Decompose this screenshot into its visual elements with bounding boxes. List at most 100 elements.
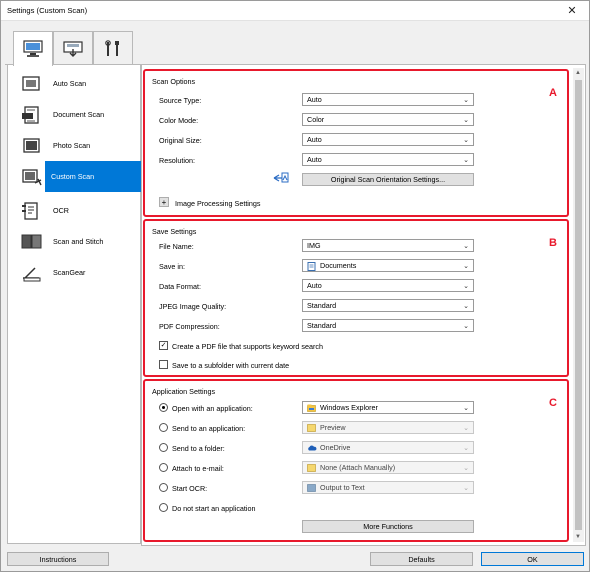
data-format-value: Auto — [307, 281, 322, 290]
scroll-thumb[interactable] — [575, 80, 582, 530]
start-ocr-label[interactable]: Start OCR: — [172, 484, 207, 493]
save-in-label: Save in: — [159, 262, 185, 271]
sidebar-item-label: OCR — [53, 206, 69, 215]
auto-scan-icon — [19, 73, 45, 95]
sidebar-item-document-scan[interactable]: Document Scan — [7, 99, 139, 130]
no-app-label[interactable]: Do not start an application — [172, 504, 256, 513]
pdf-compression-value: Standard — [307, 321, 337, 330]
chevron-down-icon: ⌄ — [463, 157, 469, 164]
send-to-folder-value: OneDrive — [320, 443, 351, 452]
custom-scan-icon — [19, 166, 45, 188]
data-format-select[interactable]: Auto ⌄ — [302, 279, 474, 292]
original-size-value: Auto — [307, 135, 322, 144]
general-settings-tools-icon — [105, 39, 119, 56]
attach-email-select[interactable]: None (Attach Manually) ⌄ — [302, 461, 474, 474]
resolution-value: Auto — [307, 155, 322, 164]
sidebar-item-custom-scan[interactable]: Custom Scan — [45, 161, 141, 192]
start-ocr-radio[interactable] — [159, 483, 168, 492]
send-to-app-value: Preview — [320, 423, 346, 432]
send-to-app-radio[interactable] — [159, 423, 168, 432]
chevron-down-icon: ⌄ — [463, 425, 469, 432]
close-button[interactable]: ✕ — [565, 3, 579, 17]
ok-button[interactable]: OK — [481, 552, 584, 566]
attach-email-label[interactable]: Attach to e-mail: — [172, 464, 224, 473]
send-to-folder-radio[interactable] — [159, 443, 168, 452]
document-scan-icon — [19, 104, 45, 126]
color-mode-select[interactable]: Color ⌄ — [302, 113, 474, 126]
tab-scan-from-operation-panel[interactable] — [53, 31, 93, 65]
pdf-compression-row: PDF Compression: Standard ⌄ — [159, 319, 479, 333]
photo-scan-icon — [19, 135, 45, 157]
section-letter-b: B — [549, 237, 557, 249]
vertical-scrollbar[interactable]: ▲ ▼ — [573, 68, 584, 542]
tab-scan-from-computer[interactable] — [13, 31, 53, 66]
sidebar-item-auto-scan[interactable]: Auto Scan — [7, 68, 139, 99]
attach-email-row: Attach to e-mail: None (Attach Manually)… — [159, 461, 479, 475]
jpeg-quality-row: JPEG Image Quality: Standard ⌄ — [159, 299, 479, 313]
start-ocr-select[interactable]: Output to Text ⌄ — [302, 481, 474, 494]
send-to-folder-select[interactable]: OneDrive ⌄ — [302, 441, 474, 454]
scroll-up-icon[interactable]: ▲ — [575, 70, 581, 76]
sidebar-item-label: ScanGear — [53, 268, 86, 277]
original-scan-orientation-button[interactable]: Original Scan Orientation Settings... — [302, 173, 474, 186]
scan-options-section: Scan Options A Source Type: Auto ⌄ Color… — [143, 69, 569, 217]
open-with-app-label[interactable]: Open with an application: — [172, 404, 253, 413]
jpeg-quality-select[interactable]: Standard ⌄ — [302, 299, 474, 312]
original-size-select[interactable]: Auto ⌄ — [302, 133, 474, 146]
section-title: Save Settings — [152, 227, 197, 236]
jpeg-quality-value: Standard — [307, 301, 337, 310]
save-settings-section: Save Settings B File Name: IMG ⌄ Save in… — [143, 219, 569, 377]
create-pdf-keyword-checkbox[interactable]: ✓ — [159, 341, 168, 350]
window-title: Settings (Custom Scan) — [7, 6, 88, 15]
image-processing-settings-label[interactable]: Image Processing Settings — [175, 199, 261, 208]
scan-from-operation-panel-icon — [63, 40, 83, 57]
sidebar-item-label: Document Scan — [53, 110, 105, 119]
scroll-down-icon[interactable]: ▼ — [575, 534, 581, 540]
no-app-radio[interactable] — [159, 503, 168, 512]
jpeg-quality-label: JPEG Image Quality: — [159, 302, 227, 311]
chevron-down-icon: ⌄ — [463, 303, 469, 310]
section-title: Scan Options — [152, 77, 196, 86]
chevron-down-icon: ⌄ — [463, 243, 469, 250]
open-with-app-row: Open with an application: Windows Explor… — [159, 401, 479, 415]
pdf-compression-select[interactable]: Standard ⌄ — [302, 319, 474, 332]
save-subfolder-checkbox[interactable] — [159, 360, 168, 369]
scangear-icon — [19, 262, 45, 284]
section-letter-a: A — [549, 87, 557, 99]
tab-general-settings[interactable] — [93, 31, 133, 65]
source-type-select[interactable]: Auto ⌄ — [302, 93, 474, 106]
instructions-button[interactable]: Instructions — [7, 552, 109, 566]
sidebar-item-label: Custom Scan — [51, 172, 95, 181]
resolution-select[interactable]: Auto ⌄ — [302, 153, 474, 166]
custom-scan-icon-slot — [7, 161, 45, 192]
more-functions-button[interactable]: More Functions — [302, 520, 474, 533]
sidebar-item-scangear[interactable]: ScanGear — [7, 257, 139, 288]
sidebar-item-photo-scan[interactable]: Photo Scan — [7, 130, 139, 161]
source-type-label: Source Type: — [159, 96, 202, 105]
scan-from-computer-icon — [23, 40, 43, 57]
sidebar-item-ocr[interactable]: OCR — [7, 195, 139, 226]
send-to-app-select[interactable]: Preview ⌄ — [302, 421, 474, 434]
open-with-app-radio[interactable] — [159, 403, 168, 412]
send-to-folder-label[interactable]: Send to a folder: — [172, 444, 225, 453]
create-pdf-keyword-label[interactable]: Create a PDF file that supports keyword … — [172, 342, 323, 351]
source-type-value: Auto — [307, 95, 322, 104]
open-with-app-value: Windows Explorer — [320, 403, 378, 412]
application-settings-section: Application Settings C Open with an appl… — [143, 379, 569, 542]
ocr-icon — [19, 200, 45, 222]
color-mode-label: Color Mode: — [159, 116, 199, 125]
save-in-select[interactable]: Documents ⌄ — [302, 259, 474, 272]
onedrive-cloud-icon — [307, 444, 317, 452]
defaults-button[interactable]: Defaults — [370, 552, 473, 566]
sidebar-item-scan-and-stitch[interactable]: Scan and Stitch — [7, 226, 139, 257]
save-subfolder-label[interactable]: Save to a subfolder with current date — [172, 361, 289, 370]
open-with-app-select[interactable]: Windows Explorer ⌄ — [302, 401, 474, 414]
send-to-app-label[interactable]: Send to an application: — [172, 424, 245, 433]
no-app-row: Do not start an application — [159, 501, 479, 515]
expand-image-processing-button[interactable]: + — [159, 197, 169, 207]
source-type-row: Source Type: Auto ⌄ — [159, 93, 479, 107]
chevron-down-icon: ⌄ — [463, 97, 469, 104]
file-name-combo[interactable]: IMG ⌄ — [302, 239, 474, 252]
start-ocr-value: Output to Text — [320, 483, 365, 492]
attach-email-radio[interactable] — [159, 463, 168, 472]
